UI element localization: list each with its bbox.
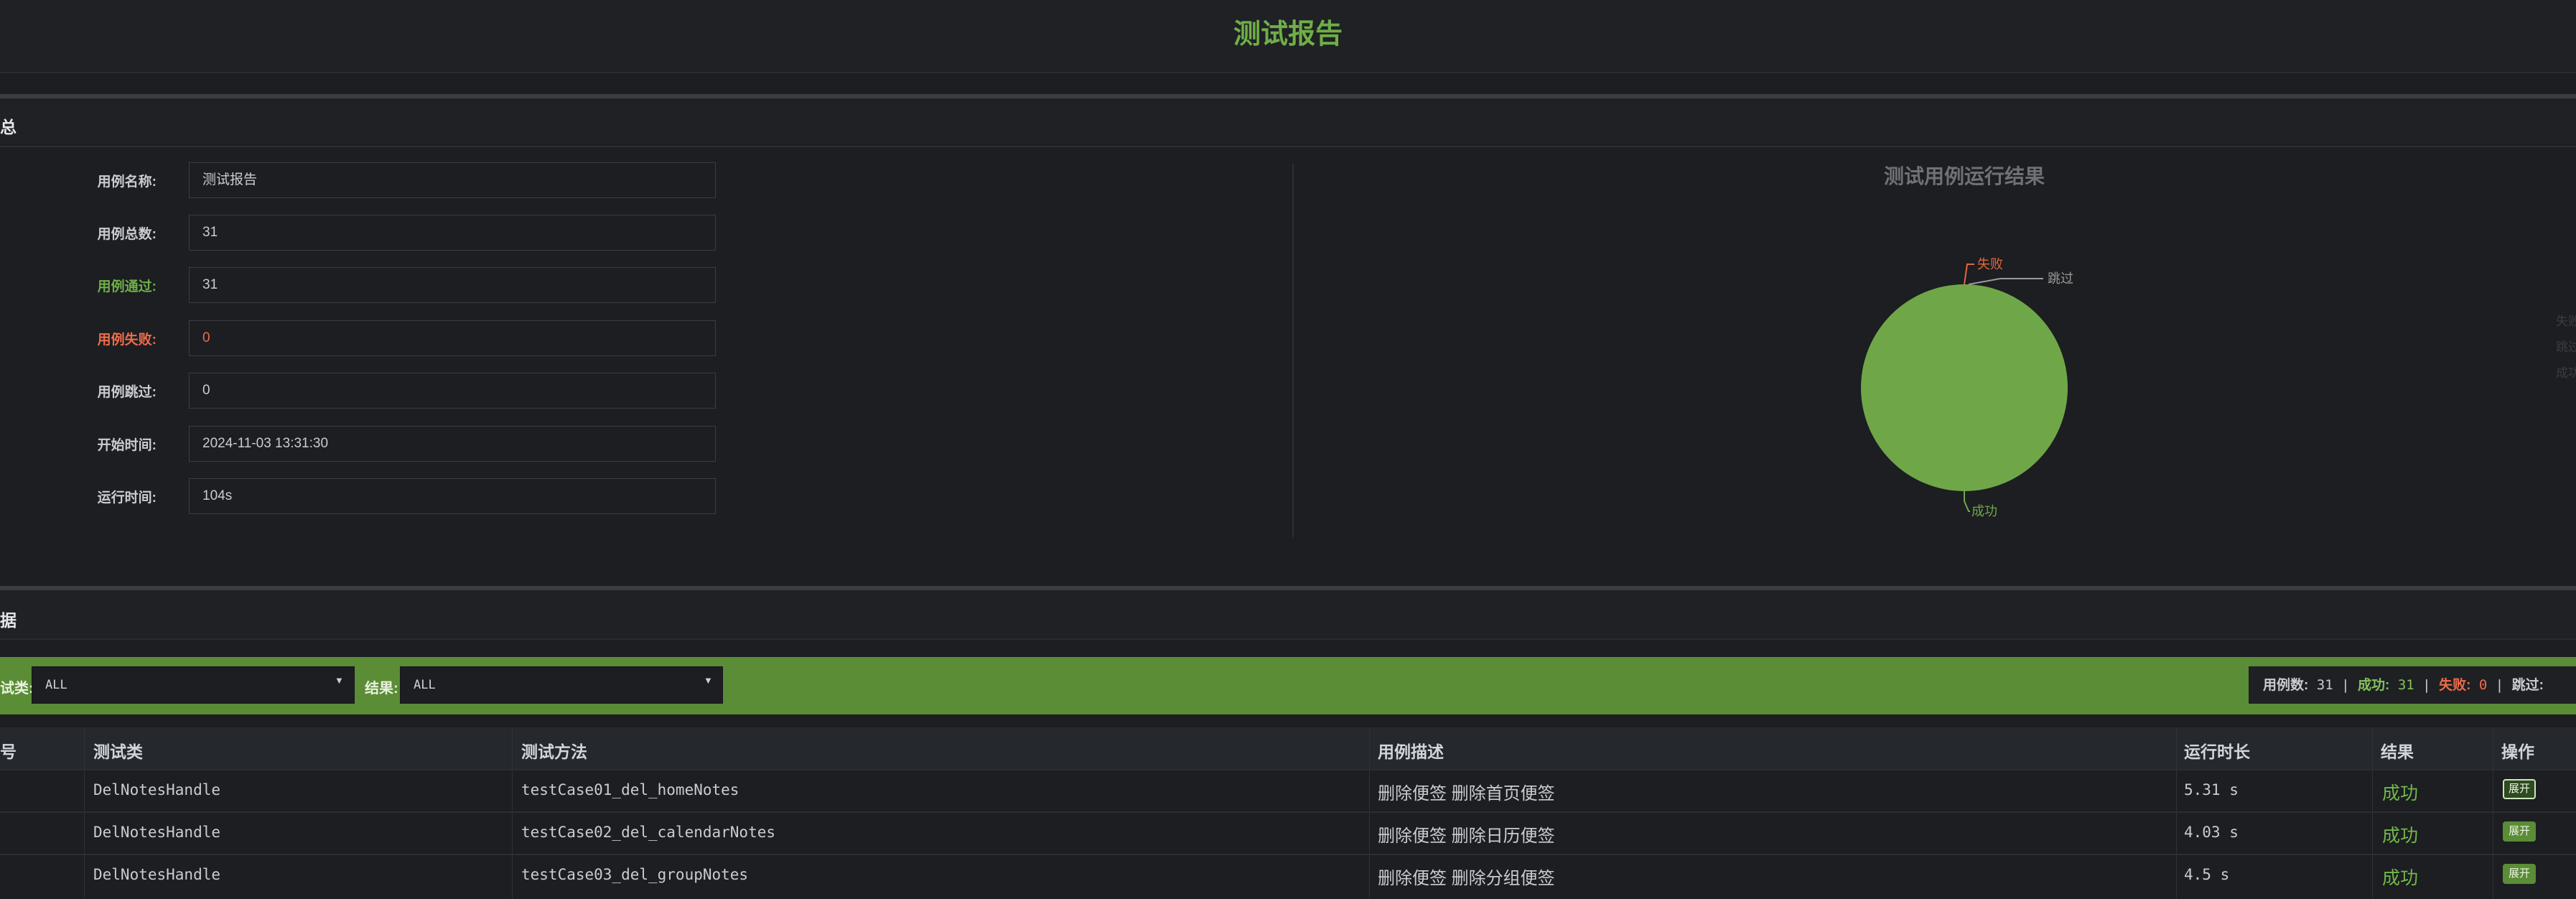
pie-slice-label: 跳过 <box>2048 271 2073 286</box>
column-header-method: 测试方法 <box>521 742 587 761</box>
field-value-skip: 0 <box>189 373 716 409</box>
row-divider <box>0 854 2576 855</box>
chevron-down-icon: ▼ <box>335 675 344 686</box>
chevron-down-icon: ▼ <box>704 675 713 686</box>
pie-slice-label: 成功 <box>1971 504 1997 518</box>
stats-pass-label: 成功: <box>2358 678 2390 693</box>
stats-total-value: 31 <box>2316 677 2333 693</box>
row-method: testCase03_del_groupNotes <box>521 866 749 883</box>
row-description: 删除便签 删除日历便签 <box>1378 826 1555 846</box>
column-divider <box>512 727 513 899</box>
row-duration: 4.5 s <box>2184 866 2230 883</box>
row-result: 成功 <box>2382 826 2419 846</box>
column-header-action: 操作 <box>2501 742 2534 761</box>
row-duration: 4.03 s <box>2184 824 2239 841</box>
label-leader-line <box>1964 264 1974 285</box>
label-leader-line <box>1964 491 1970 512</box>
column-header-class: 测试类 <box>93 742 143 761</box>
column-header-description: 用例描述 <box>1378 742 1444 761</box>
row-class: DelNotesHandle <box>93 781 221 798</box>
stats-summary: 用例数: 31 | 成功: 31 | 失败: 0 | 跳过: <box>2249 666 2576 704</box>
chart-legend: 失败跳过成功 <box>2556 315 2576 380</box>
field-value-duration: 104s <box>189 478 716 514</box>
row-description: 删除便签 删除分组便签 <box>1378 869 1555 888</box>
page-title: 测试报告 <box>1233 19 1343 50</box>
column-divider <box>2176 727 2177 899</box>
label-leader-line <box>1968 278 2043 285</box>
row-class: DelNotesHandle <box>93 824 221 841</box>
result-filter-select[interactable]: ALL <box>400 666 723 704</box>
legend-entry[interactable]: 跳过 <box>2556 340 2576 354</box>
pie-slices <box>1861 284 2068 491</box>
field-value-total: 31 <box>189 215 716 251</box>
stats-skip-label: 跳过: <box>2511 678 2544 693</box>
expand-button[interactable]: 展开 <box>2503 779 2536 799</box>
column-divider <box>84 727 85 899</box>
column-header-duration: 运行时长 <box>2184 742 2250 761</box>
class-filter-label: 测试类: <box>0 681 34 697</box>
stats-total-label: 用例数: <box>2263 678 2309 693</box>
row-result: 成功 <box>2382 783 2419 803</box>
expand-button[interactable]: 展开 <box>2503 864 2536 884</box>
stats-fail-value: 0 <box>2478 677 2488 693</box>
field-label-total: 用例总数: <box>97 227 157 242</box>
field-label-skip: 用例跳过: <box>97 385 157 400</box>
result-filter-label: 结果: <box>365 681 398 697</box>
column-divider <box>2372 727 2373 899</box>
column-header-index: 序号 <box>0 742 17 761</box>
pie-slice <box>1861 284 2068 491</box>
stats-separator: | <box>2341 677 2350 693</box>
chart-title: 测试用例运行结果 <box>1884 164 2045 187</box>
column-divider <box>1369 727 1370 899</box>
legend-entry[interactable]: 失败 <box>2556 315 2576 328</box>
expand-button[interactable]: 展开 <box>2503 821 2536 842</box>
result-pie-chart: 测试用例运行结果 成功失败跳过 失败跳过成功 <box>1861 164 2576 518</box>
data-header <box>0 590 2576 638</box>
summary-section-title: 汇总 <box>0 118 17 136</box>
data-section-title: 数据 <box>0 611 17 630</box>
stats-pass-value: 31 <box>2397 677 2414 693</box>
field-label-fail: 用例失败: <box>97 332 157 348</box>
field-label-pass: 用例通过: <box>97 279 157 294</box>
field-label-start-time: 开始时间: <box>97 438 157 453</box>
class-filter-select[interactable]: ALL <box>32 666 355 704</box>
field-label-name: 用例名称: <box>97 174 157 190</box>
row-class: DelNotesHandle <box>93 866 221 883</box>
field-value-start-time: 2024-11-03 13:31:30 <box>189 426 716 462</box>
field-value-fail: 0 <box>189 320 716 356</box>
stats-fail-label: 失败: <box>2439 678 2471 693</box>
row-divider <box>0 769 2576 770</box>
field-value-pass: 31 <box>189 267 716 303</box>
summary-header <box>0 98 2576 144</box>
legend-entry[interactable]: 成功 <box>2556 366 2576 380</box>
field-label-duration: 运行时间: <box>97 490 157 506</box>
row-description: 删除便签 删除首页便签 <box>1378 784 1555 803</box>
field-value-name: 测试报告 <box>189 162 716 198</box>
divider <box>0 638 2576 640</box>
row-method: testCase01_del_homeNotes <box>521 781 739 798</box>
stats-separator: | <box>2495 677 2504 693</box>
pie-slice-label: 失败 <box>1977 257 2003 271</box>
row-method: testCase02_del_calendarNotes <box>521 824 776 841</box>
row-duration: 5.31 s <box>2184 781 2239 798</box>
column-header-result: 结果 <box>2381 742 2414 761</box>
row-result: 成功 <box>2382 868 2419 888</box>
stats-separator: | <box>2422 677 2431 693</box>
row-divider <box>0 811 2576 813</box>
